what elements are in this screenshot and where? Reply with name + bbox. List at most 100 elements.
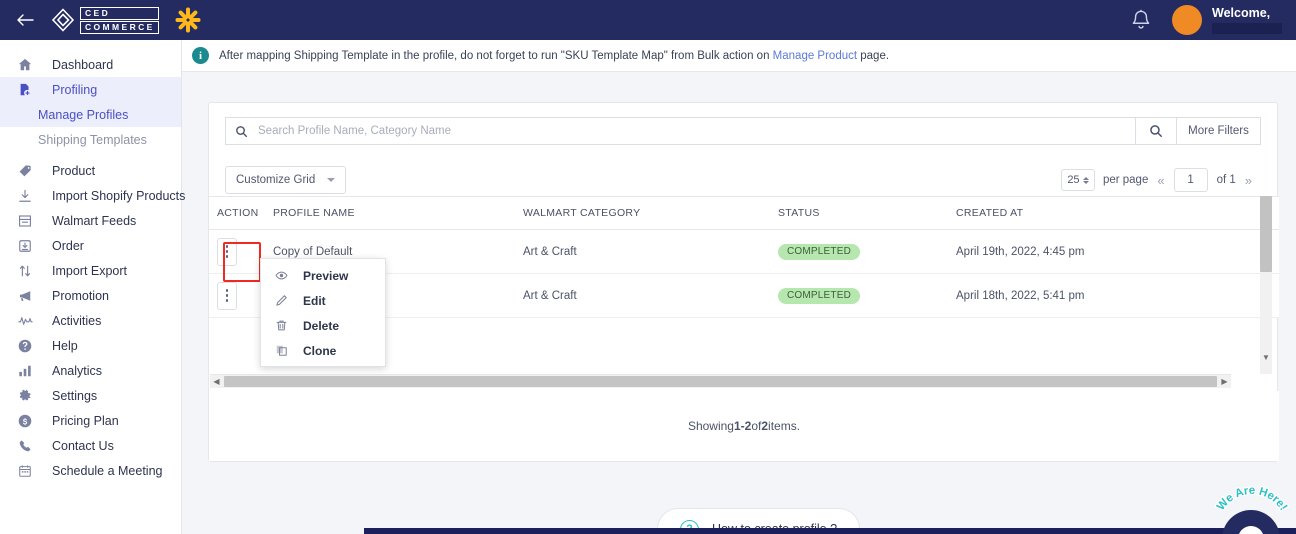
action-menu-item-delete[interactable]: Delete <box>261 313 385 338</box>
action-menu-item-label: Edit <box>303 293 326 308</box>
column-header-created-at[interactable]: CREATED AT <box>956 207 1256 219</box>
sidebar-item-order[interactable]: Order <box>0 233 181 258</box>
vertical-scroll-thumb[interactable] <box>1260 196 1272 272</box>
customize-grid-button[interactable]: Customize Grid <box>225 166 347 194</box>
sidebar-item-pricing-plan[interactable]: Pricing Plan <box>0 408 181 433</box>
sidebar-subitem-label: Shipping Templates <box>38 132 147 147</box>
column-header-status[interactable]: STATUS <box>778 207 956 219</box>
scroll-right-icon[interactable]: ▶ <box>1218 377 1231 386</box>
inbox-icon <box>14 212 36 230</box>
sidebar-item-dashboard[interactable]: Dashboard <box>0 52 181 77</box>
info-banner-text: After mapping Shipping Template in the p… <box>219 50 889 62</box>
action-menu-item-clone[interactable]: Clone <box>261 338 385 363</box>
bar-chart-icon <box>14 362 36 380</box>
sidebar-item-product[interactable]: Product <box>0 158 181 183</box>
pulse-icon <box>14 312 36 330</box>
app-root: CED COMMERCE Welcome, Dashboard Profilin… <box>0 0 1296 534</box>
sidebar-item-import-shopify-products[interactable]: Import Shopify Products <box>0 183 185 208</box>
sidebar-subitem-shipping-templates[interactable]: Shipping Templates <box>0 127 181 152</box>
avatar[interactable] <box>1172 5 1202 35</box>
showing-suffix: items. <box>768 419 801 433</box>
sidebar-item-settings[interactable]: Settings <box>0 383 181 408</box>
kebab-menu-icon[interactable] <box>217 281 237 310</box>
table-footer-summary: Showing 1-2 of 2 items. <box>209 391 1279 461</box>
sidebar-item-label: Analytics <box>52 363 103 378</box>
sidebar-item-promotion[interactable]: Promotion <box>0 283 181 308</box>
back-arrow-icon[interactable] <box>12 7 38 33</box>
first-page-button[interactable]: « <box>1157 173 1164 188</box>
logo-line-2: COMMERCE <box>80 20 159 34</box>
per-page-value: 25 <box>1067 174 1080 186</box>
sidebar-item-analytics[interactable]: Analytics <box>0 358 181 383</box>
phone-icon <box>14 437 36 455</box>
notification-bell-icon[interactable] <box>1128 7 1154 33</box>
sidebar-item-help[interactable]: Help <box>0 333 181 358</box>
action-menu-item-preview[interactable]: Preview <box>261 263 385 288</box>
sidebar-subitem-manage-profiles[interactable]: Manage Profiles <box>0 102 181 127</box>
sidebar-item-label: Settings <box>52 388 98 403</box>
column-header-profile-name[interactable]: PROFILE NAME <box>273 207 523 219</box>
pagination: 25 per page « 1 of 1 » <box>1060 168 1261 192</box>
sidebar-item-label: Dashboard <box>52 57 114 72</box>
sidebar-item-contact-us[interactable]: Contact Us <box>0 433 181 458</box>
showing-total: 2 <box>761 419 769 433</box>
tools-row: Customize Grid 25 per page « 1 of 1 » <box>225 166 1261 194</box>
ced-wordmark: CED COMMERCE <box>80 6 159 34</box>
info-icon: i <box>192 47 209 64</box>
chat-widget[interactable]: We Are Here! <box>1210 472 1294 534</box>
column-header-action[interactable]: ACTION <box>209 207 273 219</box>
sidebar-item-label: Schedule a Meeting <box>52 463 163 478</box>
more-filters-button[interactable]: More Filters <box>1177 117 1261 145</box>
search-box[interactable] <box>225 117 1135 145</box>
column-header-walmart-category[interactable]: WALMART CATEGORY <box>523 207 778 219</box>
manage-product-link[interactable]: Manage Product <box>773 50 857 62</box>
sidebar-item-label: Profiling <box>52 82 98 97</box>
info-banner-text-before: After mapping Shipping Template in the p… <box>219 49 773 62</box>
action-menu-item-label: Clone <box>303 343 337 358</box>
scroll-left-icon[interactable]: ◀ <box>210 377 223 386</box>
action-menu-item-label: Preview <box>303 268 349 283</box>
tag-icon <box>14 162 36 180</box>
showing-of: of <box>751 419 762 433</box>
search-row: More Filters <box>225 117 1261 145</box>
status-badge: COMPLETED <box>778 243 861 260</box>
sidebar-item-schedule-a-meeting[interactable]: Schedule a Meeting <box>0 458 181 483</box>
gear-icon <box>14 387 36 405</box>
kebab-menu-icon[interactable] <box>217 237 237 266</box>
sidebar-item-label: Import Shopify Products <box>52 188 186 203</box>
sidebar-item-profiling[interactable]: Profiling <box>0 77 181 102</box>
eye-icon <box>273 269 289 282</box>
page-number-input[interactable]: 1 <box>1173 168 1208 192</box>
action-menu-item-label: Delete <box>303 318 340 333</box>
card-toolbar-area: More Filters Customize Grid 25 per page <box>209 103 1277 194</box>
welcome-group: Welcome, <box>1212 6 1282 34</box>
more-filters-label: More Filters <box>1188 125 1249 137</box>
showing-range: 1-2 <box>733 419 752 433</box>
sidebar-item-import-export[interactable]: Import Export <box>0 258 181 283</box>
sidebar-item-activities[interactable]: Activities <box>0 308 181 333</box>
profile-add-icon <box>14 81 36 99</box>
search-input[interactable] <box>258 125 1135 137</box>
status-badge: COMPLETED <box>778 287 861 304</box>
cedcommerce-logo[interactable]: CED COMMERCE <box>50 6 159 34</box>
sidebar-item-label: Import Export <box>52 263 128 278</box>
per-page-select[interactable]: 25 <box>1060 169 1095 191</box>
scroll-down-icon[interactable]: ▼ <box>1262 353 1270 362</box>
megaphone-icon <box>14 287 36 305</box>
sidebar-item-walmart-feeds[interactable]: Walmart Feeds <box>0 208 181 233</box>
bottom-strip <box>364 528 1296 534</box>
last-page-button[interactable]: » <box>1245 173 1252 188</box>
action-menu-item-edit[interactable]: Edit <box>261 288 385 313</box>
row-status-cell: COMPLETED <box>778 287 956 304</box>
order-box-icon <box>14 237 36 255</box>
table-vertical-scrollbar[interactable]: ▼ <box>1260 196 1272 374</box>
horizontal-scroll-thumb[interactable] <box>224 376 1217 387</box>
column-header-created-at-label: CREATED AT <box>956 207 1024 219</box>
question-circle-icon <box>14 337 36 355</box>
topbar-right-group: Welcome, <box>1128 5 1296 35</box>
table-horizontal-scrollbar[interactable]: ◀ ▶ <box>210 374 1231 388</box>
top-bar: CED COMMERCE Welcome, <box>0 0 1296 40</box>
logo-line-1: CED <box>80 6 159 20</box>
row-walmart-category: Art & Craft <box>523 289 577 302</box>
search-button[interactable] <box>1135 117 1177 145</box>
